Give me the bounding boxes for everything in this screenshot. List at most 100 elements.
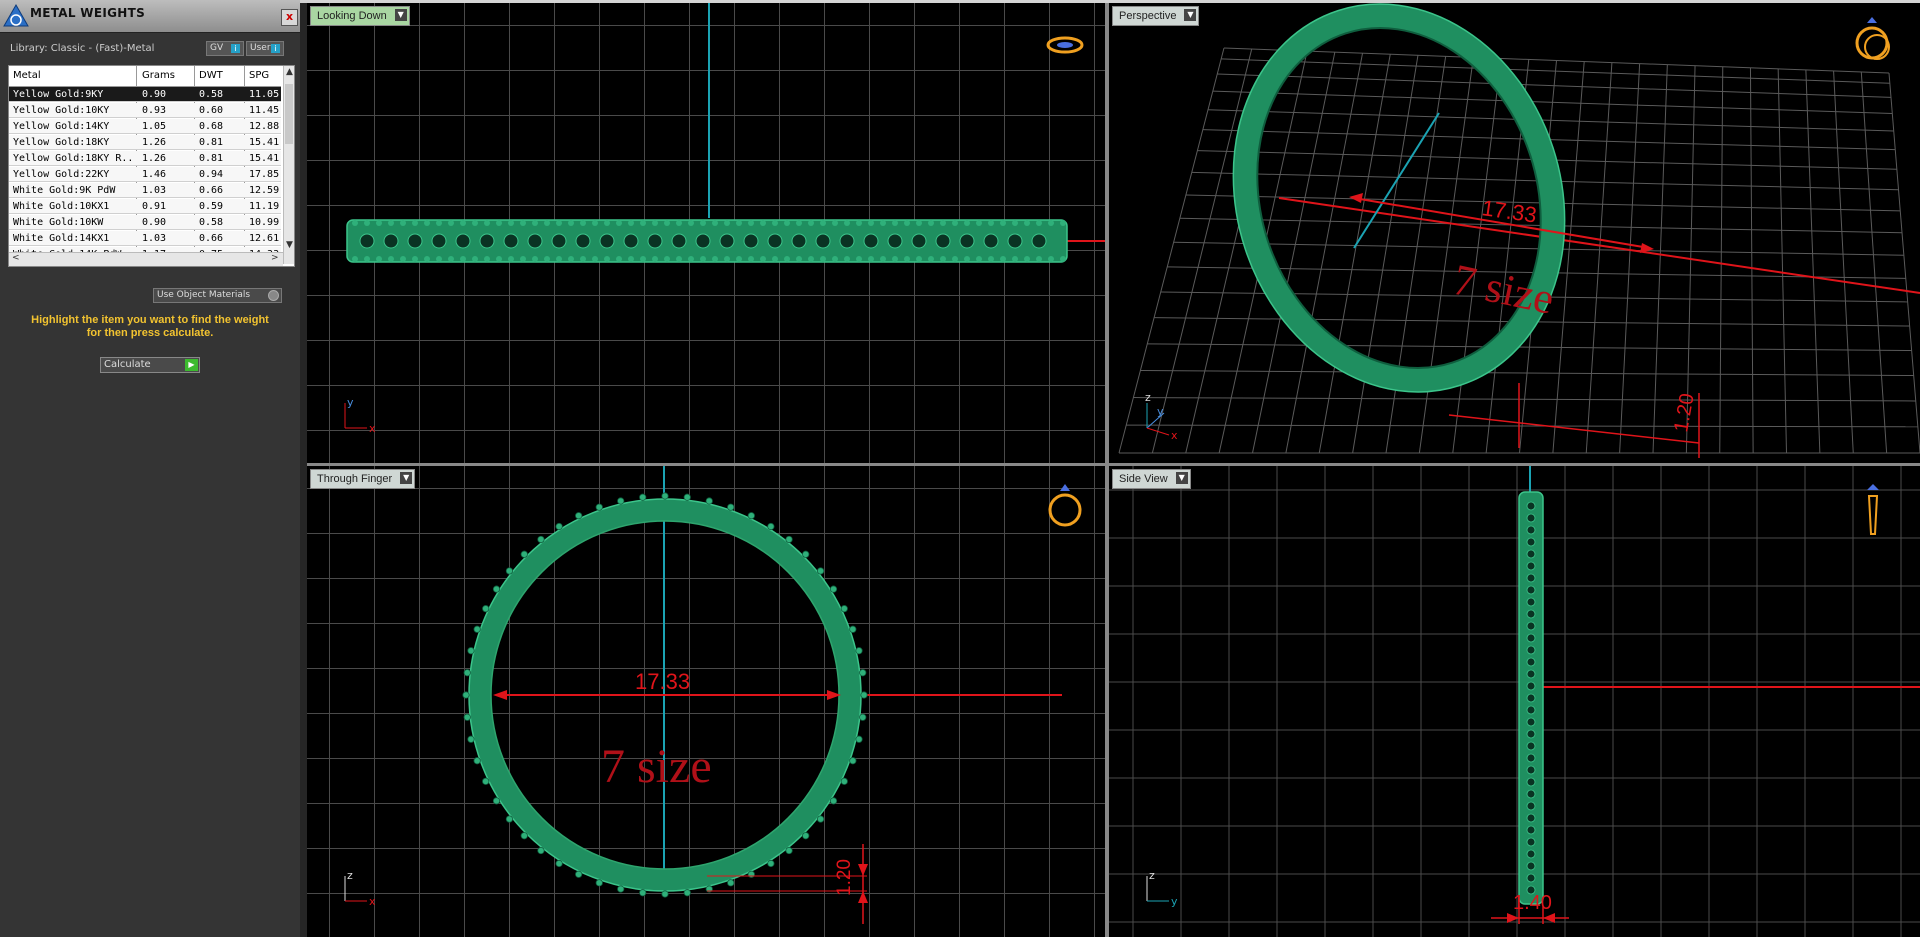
- grid-line: [1719, 66, 1724, 454]
- viewport-label-side-view[interactable]: Side View ▼: [1112, 469, 1191, 489]
- ring-hole: [1526, 621, 1536, 631]
- diameter-label: 17.33: [635, 669, 690, 694]
- ring-bead: [472, 256, 478, 262]
- ring-bead: [580, 220, 586, 226]
- ring-bead: [772, 256, 778, 262]
- ring-bead: [700, 256, 706, 262]
- ring-bead: [964, 220, 970, 226]
- table-row[interactable]: Yellow Gold:10KY 0.93 0.60 11.45: [9, 103, 281, 118]
- ring-hole: [1526, 573, 1536, 583]
- ring-bead: [532, 256, 538, 262]
- table-row[interactable]: White Gold:10KW 0.90 0.58 10.99: [9, 215, 281, 230]
- calculate-label: Calculate: [104, 359, 151, 370]
- scrollbar-thumb[interactable]: [285, 84, 293, 144]
- ring-bead: [556, 220, 562, 226]
- ring-bead: [816, 815, 825, 823]
- grid: [1109, 466, 1920, 937]
- viewport-divider[interactable]: [307, 463, 1920, 466]
- ring-bead: [1060, 220, 1066, 226]
- grid-line: [1833, 70, 1854, 454]
- table-row[interactable]: White Gold:10KX1 0.91 0.59 11.19: [9, 199, 281, 214]
- ring-bead: [683, 493, 691, 501]
- cell-grams: 0.93: [142, 105, 167, 116]
- ring-bead: [802, 550, 810, 558]
- viewport-side-view[interactable]: 1.40 z y Side View ▼: [1109, 466, 1920, 937]
- dropdown-arrow-icon[interactable]: ▼: [400, 472, 413, 484]
- dropdown-arrow-icon[interactable]: ▼: [394, 9, 407, 21]
- table-row[interactable]: Yellow Gold:9KY 0.90 0.58 11.05: [9, 87, 281, 102]
- scroll-left-icon[interactable]: <: [12, 253, 20, 263]
- ring-bead: [473, 757, 481, 765]
- axis-indicator-icon: z y: [1146, 869, 1178, 908]
- viewport-label-perspective[interactable]: Perspective ▼: [1112, 6, 1200, 26]
- table-row[interactable]: Yellow Gold:18KY R... 1.26 0.81 15.41: [9, 151, 281, 166]
- ring-hole: [1526, 693, 1536, 703]
- ring-bead: [508, 256, 514, 262]
- table-row[interactable]: White Gold:14KX1 1.03 0.66 12.61: [9, 231, 281, 246]
- table-row[interactable]: Yellow Gold:18KY 1.26 0.81 15.41: [9, 135, 281, 150]
- ring-bead: [1048, 220, 1054, 226]
- ring-hole: [911, 233, 927, 249]
- dropdown-arrow-icon[interactable]: ▼: [1184, 9, 1197, 21]
- ring-bead: [712, 220, 718, 226]
- viewport-divider[interactable]: [1105, 3, 1109, 937]
- grid-line: [1619, 63, 1641, 454]
- ring-hole: [407, 233, 423, 249]
- cell-dwt: 0.81: [199, 137, 224, 148]
- calculate-button[interactable]: Calculate ▶: [100, 357, 200, 373]
- scroll-down-icon[interactable]: ▼: [286, 240, 293, 250]
- band-width-label: 1.40: [1513, 892, 1552, 914]
- ring-bead: [802, 832, 810, 840]
- side-view-canvas: 1.40 z y: [1109, 466, 1920, 937]
- viewport-looking-down[interactable]: y x Looking Down ▼: [307, 3, 1105, 463]
- library-label: Library: Classic - (Fast)-Metal: [10, 43, 155, 54]
- ring-bead: [352, 256, 358, 262]
- column-header-grams[interactable]: Grams: [142, 70, 175, 81]
- ring-bead: [820, 220, 826, 226]
- table-row[interactable]: Yellow Gold:14KY 1.05 0.68 12.88: [9, 119, 281, 134]
- ring-bead: [463, 713, 471, 721]
- ring-bead: [705, 497, 713, 505]
- ring-hole: [671, 233, 687, 249]
- diameter-label: 17.33: [1480, 195, 1538, 227]
- dropdown-arrow-icon[interactable]: ▼: [1175, 472, 1188, 484]
- cell-metal: White Gold:14KX1: [13, 233, 110, 244]
- ring-bead: [376, 256, 382, 262]
- ring-bead: [859, 713, 867, 721]
- viewport-through-finger[interactable]: 17.33 7 size 1.20 z x Through Finger ▼: [307, 466, 1105, 937]
- ring-hole: [1526, 561, 1536, 571]
- ring-bead: [555, 522, 563, 531]
- ring-bead: [683, 889, 691, 897]
- table-row[interactable]: Yellow Gold:22KY 1.46 0.94 17.85: [9, 167, 281, 182]
- ring-bead: [747, 870, 755, 878]
- ring-hole: [1526, 861, 1536, 871]
- scroll-up-icon[interactable]: ▲: [286, 67, 293, 77]
- table-row[interactable]: White Gold:9K PdW 1.03 0.66 12.59: [9, 183, 281, 198]
- vertical-scrollbar[interactable]: ▲ ▼: [283, 66, 294, 264]
- ring-holes: [359, 233, 1047, 249]
- ring-hole: [1526, 705, 1536, 715]
- ring-bead: [520, 832, 528, 840]
- ring-bead: [832, 220, 838, 226]
- ring-bead: [736, 220, 742, 226]
- user-toggle[interactable]: User i: [246, 41, 284, 56]
- ring-hole: [791, 233, 807, 249]
- axis-y-label: y: [1157, 405, 1164, 418]
- horizontal-scrollbar[interactable]: < >: [9, 252, 283, 266]
- viewport-perspective[interactable]: 17.33 7 size 1.20 z y x Perspective ▼: [1109, 3, 1920, 463]
- use-object-materials-checkbox[interactable]: Use Object Materials: [153, 288, 282, 303]
- cell-dwt: 0.68: [199, 121, 224, 132]
- gv-toggle[interactable]: GV i: [206, 41, 244, 56]
- column-header-spg[interactable]: SPG: [249, 70, 269, 81]
- ring-bead: [688, 220, 694, 226]
- column-header-dwt[interactable]: DWT: [199, 70, 223, 81]
- ring-bead: [352, 220, 358, 226]
- cell-metal: Yellow Gold:10KY: [13, 105, 110, 116]
- ring-bead: [928, 220, 934, 226]
- viewport-label-looking-down[interactable]: Looking Down ▼: [310, 6, 410, 26]
- scroll-right-icon[interactable]: >: [271, 253, 279, 263]
- close-button[interactable]: x: [281, 9, 298, 26]
- column-header-metal[interactable]: Metal: [13, 70, 41, 81]
- radio-indicator-icon: [268, 290, 279, 301]
- viewport-label-through-finger[interactable]: Through Finger ▼: [310, 469, 416, 489]
